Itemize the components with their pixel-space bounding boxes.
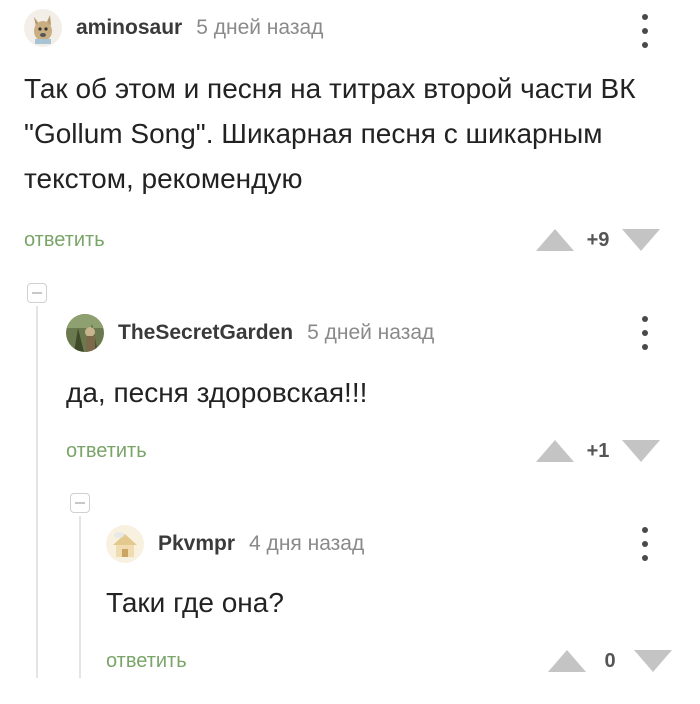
comment-text: да, песня здоровская!!!	[66, 377, 368, 408]
more-options-icon[interactable]	[640, 527, 650, 561]
vote-controls: +1	[536, 438, 660, 464]
score: +9	[586, 228, 610, 251]
username[interactable]: TheSecretGarden	[118, 321, 293, 345]
upvote-icon[interactable]	[548, 650, 586, 672]
upvote-icon[interactable]	[536, 229, 574, 251]
collapse-thread-icon[interactable]	[70, 493, 90, 513]
downvote-icon[interactable]	[634, 650, 672, 672]
comment-text: Так об этом и песня на титрах второй час…	[24, 73, 636, 194]
reply-link[interactable]: ответить	[24, 229, 105, 252]
dog-avatar-icon	[24, 9, 62, 47]
thread-line	[79, 516, 81, 678]
timestamp: 4 дня назад	[249, 532, 365, 555]
garden-avatar-icon	[66, 314, 104, 352]
username[interactable]: Pkvmpr	[158, 532, 235, 556]
avatar[interactable]	[24, 9, 62, 47]
downvote-icon[interactable]	[622, 440, 660, 462]
avatar[interactable]	[66, 314, 104, 352]
timestamp: 5 дней назад	[196, 16, 324, 39]
more-options-icon[interactable]	[640, 316, 650, 350]
vote-controls: +9	[536, 227, 660, 253]
vote-controls: 0	[548, 648, 672, 674]
reply-link[interactable]: ответить	[106, 650, 187, 673]
more-options-icon[interactable]	[640, 14, 650, 48]
reply-link[interactable]: ответить	[66, 440, 147, 463]
downvote-icon[interactable]	[622, 229, 660, 251]
username[interactable]: aminosaur	[76, 16, 182, 40]
comment-text: Таки где она?	[106, 587, 284, 618]
comment-header: Pkvmpr 4 дня назад	[106, 524, 364, 564]
score: 0	[604, 649, 616, 672]
comment-header: TheSecretGarden 5 дней назад	[66, 313, 434, 353]
thread-line	[36, 306, 38, 678]
avatar[interactable]	[106, 525, 144, 563]
house-avatar-icon	[106, 525, 144, 563]
upvote-icon[interactable]	[536, 440, 574, 462]
comment-header: aminosaur 5 дней назад	[24, 8, 323, 48]
timestamp: 5 дней назад	[307, 321, 435, 344]
score: +1	[586, 439, 610, 462]
collapse-thread-icon[interactable]	[27, 283, 47, 303]
